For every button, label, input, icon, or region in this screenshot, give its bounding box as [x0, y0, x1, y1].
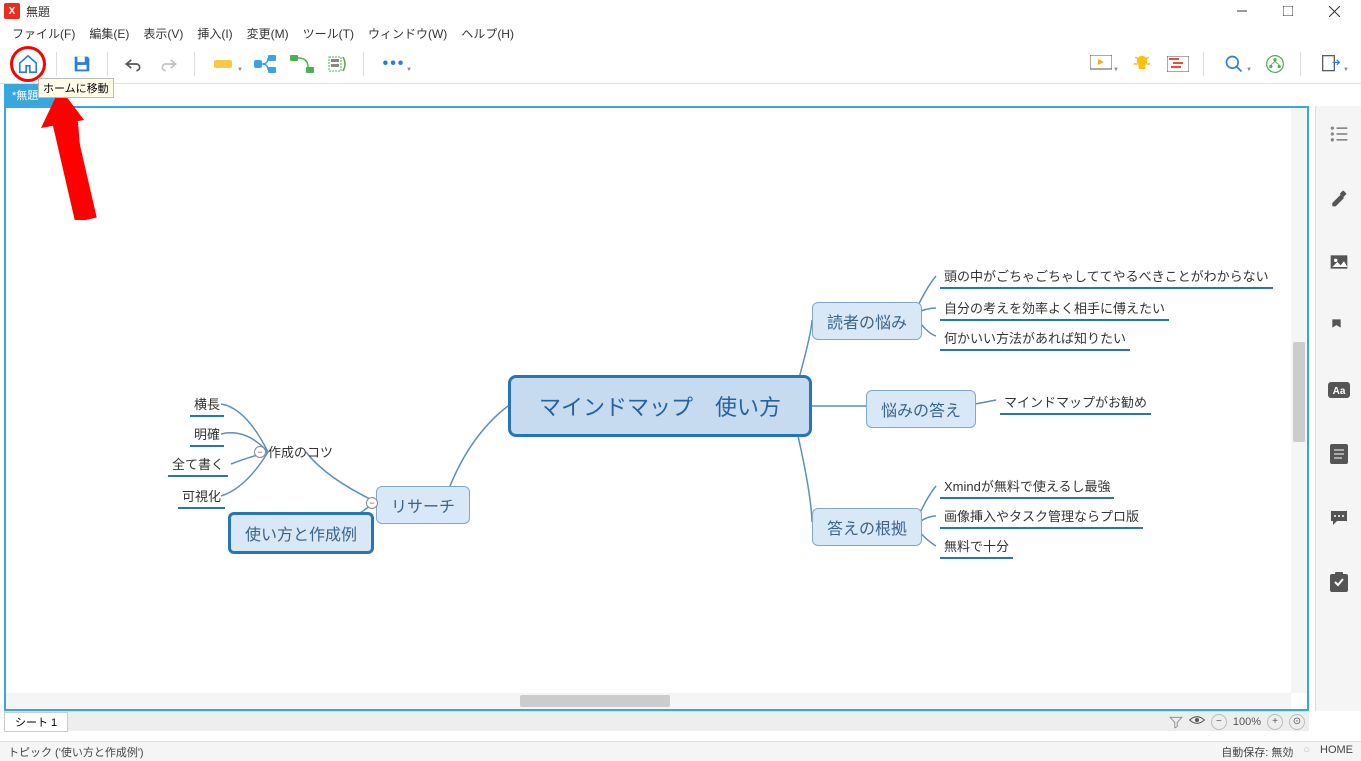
mindmap-subtopic[interactable]: 可視化 — [178, 484, 225, 509]
zoom-fit-button[interactable]: ⊙ — [1289, 714, 1305, 730]
title-bar: X 無題 — [0, 0, 1361, 22]
status-bar: トピック ('使い方と作成例') 自動保存: 無効 ○ HOME — [0, 741, 1361, 761]
zoom-out-button[interactable]: − — [1211, 714, 1227, 730]
mindmap-subtopic[interactable]: 横長 — [190, 392, 224, 417]
topic-button[interactable]: ▼ — [205, 49, 245, 79]
mindmap-subtopic[interactable]: 全て書く — [168, 452, 228, 477]
notes-panel-icon[interactable] — [1325, 440, 1353, 468]
scrollbar-thumb[interactable] — [520, 695, 670, 707]
mindmap-subtopic[interactable]: 無料で十分 — [940, 534, 1013, 559]
mindmap-group-tips[interactable]: 作成のコツ — [268, 442, 333, 461]
collapse-toggle-icon[interactable]: − — [366, 497, 378, 509]
mindmap-subtopic[interactable]: 画像挿入やタスク管理ならプロ版 — [940, 504, 1143, 529]
svg-text:Aa: Aa — [1332, 386, 1345, 397]
mindmap-subtopic[interactable]: Xmindが無料で使えるし最強 — [940, 474, 1114, 499]
search-button[interactable]: ▼ — [1214, 49, 1254, 79]
menu-file[interactable]: ファイル(F) — [6, 23, 81, 44]
boundary-button[interactable] — [323, 49, 353, 79]
annotation-arrow — [36, 80, 106, 220]
home-button[interactable] — [10, 46, 46, 82]
menu-edit[interactable]: 編集(E) — [83, 23, 135, 44]
menu-view[interactable]: 表示(V) — [137, 23, 189, 44]
mindmap-subtopic[interactable]: 自分の考えを効率よく相手に傅えたい — [940, 296, 1169, 321]
window-title: 無題 — [26, 3, 50, 20]
menu-window[interactable]: ウィンドウ(W) — [362, 23, 453, 44]
minimize-button[interactable] — [1219, 0, 1265, 22]
mindmap-subtopic[interactable]: マインドマップがお勧め — [1000, 390, 1151, 415]
document-tab-label: *無題 — [12, 87, 38, 103]
menu-tools[interactable]: ツール(T) — [297, 23, 360, 44]
mindmap-subtopic[interactable]: 頭の中がごちゃごちゃしててやるべきことがわからない — [940, 264, 1273, 289]
visibility-toggle-icon[interactable] — [1189, 714, 1205, 729]
close-button[interactable] — [1311, 0, 1357, 22]
mindmap-subtopic[interactable]: 何かいい方法があれば知りたい — [940, 326, 1130, 351]
zoom-in-button[interactable]: + — [1267, 714, 1283, 730]
mindmap-topic-research[interactable]: リサーチ — [376, 486, 470, 524]
side-panel: Aa — [1315, 106, 1361, 711]
maximize-button[interactable] — [1265, 0, 1311, 22]
image-panel-icon[interactable] — [1325, 248, 1353, 276]
mindmap-central-topic[interactable]: マインドマップ 使い方 — [508, 375, 812, 437]
toolbar-separator — [1203, 52, 1204, 76]
redo-button[interactable] — [154, 49, 184, 79]
gantt-button[interactable] — [1163, 49, 1193, 79]
horizontal-scrollbar[interactable] — [6, 693, 1291, 709]
status-autosave: 自動保存: 無効 — [1221, 744, 1293, 760]
status-home[interactable]: HOME — [1320, 744, 1353, 760]
brainstorm-button[interactable] — [1127, 49, 1157, 79]
sheet-tab[interactable]: シート 1 — [4, 712, 68, 732]
subtopic-button[interactable] — [251, 49, 281, 79]
export-button[interactable]: ▼ — [1311, 49, 1351, 79]
zoom-controls: − 100% + ⊙ — [1169, 714, 1309, 730]
marker-panel-icon[interactable] — [1325, 312, 1353, 340]
menu-modify[interactable]: 変更(M) — [241, 23, 295, 44]
toolbar-separator — [107, 52, 108, 76]
mindmap-topic-answer[interactable]: 悩みの答え — [866, 390, 976, 428]
tooltip-home: ホームに移動 — [38, 78, 114, 98]
document-tabs: *無題 × — [0, 84, 1361, 106]
collapse-toggle-icon[interactable]: − — [254, 446, 266, 458]
menu-bar: ファイル(F) 編集(E) 表示(V) 挿入(I) 変更(M) ツール(T) ウ… — [0, 22, 1361, 44]
sheet-bar: シート 1 − 100% + ⊙ — [4, 711, 1309, 731]
app-logo-icon: X — [4, 3, 20, 19]
text-panel-icon[interactable]: Aa — [1325, 376, 1353, 404]
toolbar-separator — [363, 52, 364, 76]
scrollbar-thumb[interactable] — [1293, 342, 1305, 442]
task-panel-icon[interactable] — [1325, 568, 1353, 596]
toolbar-separator — [194, 52, 195, 76]
filter-icon[interactable] — [1169, 715, 1183, 729]
undo-button[interactable] — [118, 49, 148, 79]
share-button[interactable] — [1260, 49, 1290, 79]
menu-help[interactable]: ヘルプ(H) — [455, 23, 520, 44]
window-controls — [1219, 0, 1357, 22]
toolbar-separator — [56, 52, 57, 76]
toolbar: ▼ ••• ▼ ▼ ▼ ▼ — [0, 44, 1361, 84]
save-button[interactable] — [67, 49, 97, 79]
toolbar-separator — [1300, 52, 1301, 76]
status-selection: トピック ('使い方と作成例') — [8, 744, 144, 760]
relationship-button[interactable] — [287, 49, 317, 79]
mindmap-topic-usage-example[interactable]: 使い方と作成例 — [228, 512, 374, 554]
menu-insert[interactable]: 挿入(I) — [191, 23, 238, 44]
zoom-level: 100% — [1233, 716, 1261, 728]
outline-panel-icon[interactable] — [1325, 120, 1353, 148]
mindmap-topic-reader-worry[interactable]: 読者の悩み — [812, 302, 922, 340]
mindmap-topic-basis[interactable]: 答えの根拠 — [812, 508, 922, 546]
comments-panel-icon[interactable] — [1325, 504, 1353, 532]
present-button[interactable]: ▼ — [1081, 49, 1121, 79]
mindmap-subtopic[interactable]: 明確 — [190, 422, 224, 447]
more-button[interactable]: ••• ▼ — [374, 49, 414, 79]
vertical-scrollbar[interactable] — [1291, 108, 1307, 693]
canvas-area[interactable]: マインドマップ 使い方 読者の悩み 頭の中がごちゃごちゃしててやるべきことがわか… — [4, 106, 1309, 711]
format-panel-icon[interactable] — [1325, 184, 1353, 212]
